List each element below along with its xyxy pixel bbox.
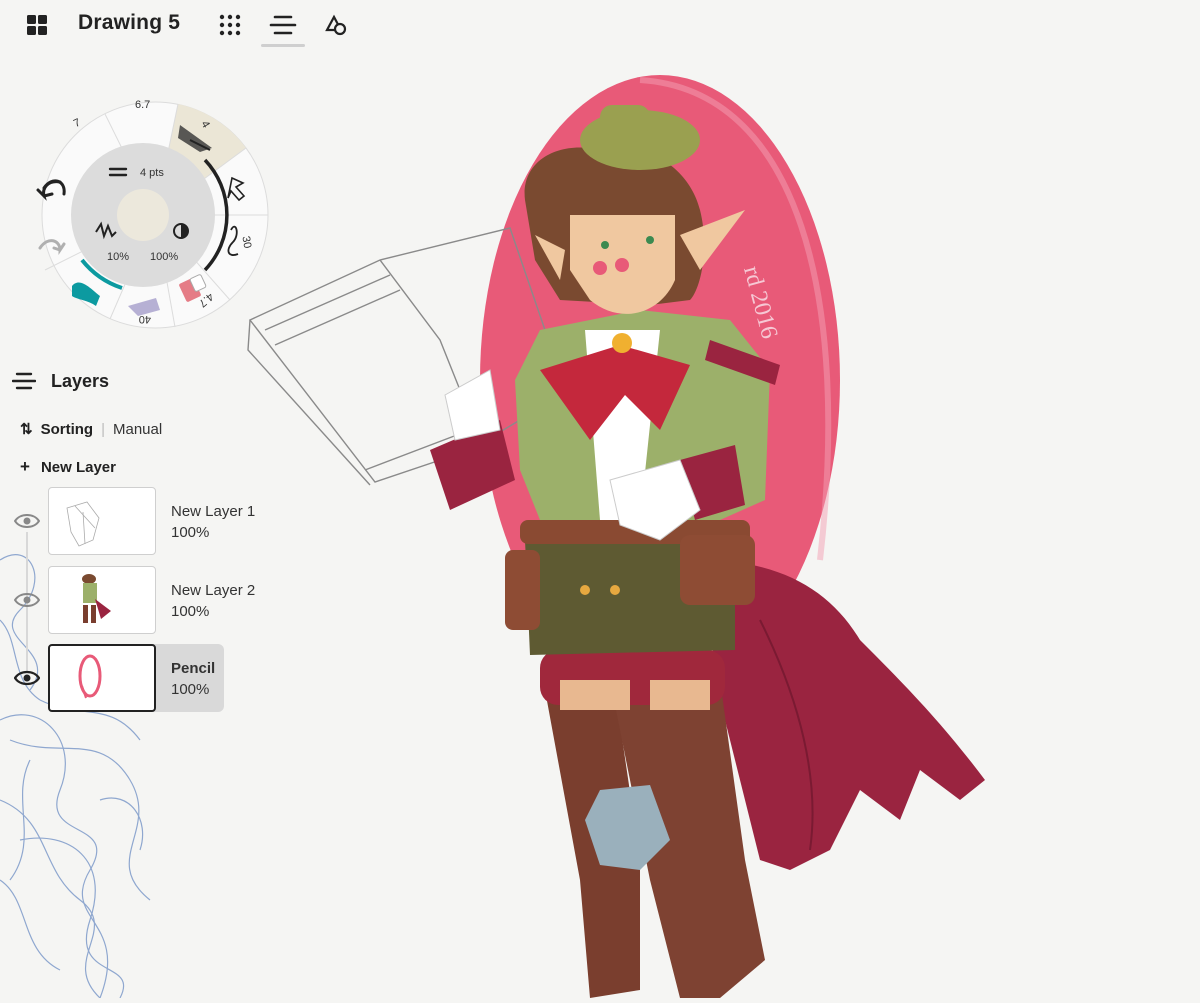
top-bar: Drawing 5 bbox=[0, 0, 1200, 56]
layers-title: Layers bbox=[51, 370, 110, 391]
preset-label-7: 7 bbox=[72, 117, 83, 130]
opacity-label: 100% bbox=[150, 251, 178, 263]
layer-row[interactable]: New Layer 2 100% bbox=[0, 566, 300, 636]
sorting-label: Sorting bbox=[40, 420, 94, 438]
divider: | bbox=[101, 420, 105, 438]
visibility-eye-icon[interactable] bbox=[14, 669, 40, 687]
preset-label-30: 30 bbox=[239, 235, 253, 249]
layer-thumbnail bbox=[48, 487, 156, 555]
layer-thumbnail bbox=[48, 566, 156, 634]
cape bbox=[700, 560, 985, 870]
layer-opacity: 100% bbox=[171, 603, 210, 620]
drawing-title[interactable]: Drawing 5 bbox=[78, 11, 180, 35]
sorting-control[interactable]: ⇅ Sorting | Manual bbox=[20, 420, 162, 439]
layers-icon[interactable] bbox=[268, 10, 298, 40]
selection-highlight bbox=[150, 644, 224, 712]
layers-icon bbox=[12, 372, 36, 390]
layer-row[interactable]: New Layer 1 100% bbox=[0, 487, 300, 557]
new-layer-button[interactable]: + New Layer bbox=[20, 457, 116, 477]
layers-header: Layers bbox=[12, 370, 109, 392]
layer-thumbnail bbox=[48, 644, 156, 712]
layer-opacity: 100% bbox=[171, 681, 210, 698]
sorting-value[interactable]: Manual bbox=[113, 421, 162, 438]
shapes-icon[interactable] bbox=[321, 10, 351, 40]
plus-icon: + bbox=[20, 457, 30, 476]
layer-name: New Layer 2 bbox=[171, 582, 256, 599]
layer-opacity: 100% bbox=[171, 524, 210, 541]
new-layer-label: New Layer bbox=[40, 458, 116, 476]
layers-panel: Layers ⇅ Sorting | Manual + New Layer Ne… bbox=[0, 360, 300, 720]
sort-icon: ⇅ bbox=[20, 421, 33, 438]
layer-name: New Layer 1 bbox=[171, 503, 256, 520]
smoothing-label: 10% bbox=[107, 251, 129, 263]
preset-label-40: 40 bbox=[139, 313, 151, 325]
brush-size-label: 4 pts bbox=[140, 167, 164, 179]
layer-name: Pencil bbox=[171, 660, 216, 677]
visibility-eye-icon[interactable] bbox=[14, 591, 40, 609]
brush-library-icon[interactable] bbox=[215, 10, 245, 40]
gallery-grid-icon[interactable] bbox=[22, 10, 52, 40]
preset-label-6-7: 6.7 bbox=[135, 99, 150, 111]
current-color-swatch bbox=[117, 189, 169, 241]
active-tab-indicator bbox=[261, 44, 305, 47]
layer-row-selected[interactable]: Pencil 100% bbox=[0, 644, 300, 716]
visibility-eye-icon[interactable] bbox=[14, 512, 40, 530]
belt-bag bbox=[680, 535, 755, 605]
tool-wheel[interactable]: 4 pts 10% 100% 6.7 7 4 30 4.7 40 bbox=[0, 80, 290, 350]
